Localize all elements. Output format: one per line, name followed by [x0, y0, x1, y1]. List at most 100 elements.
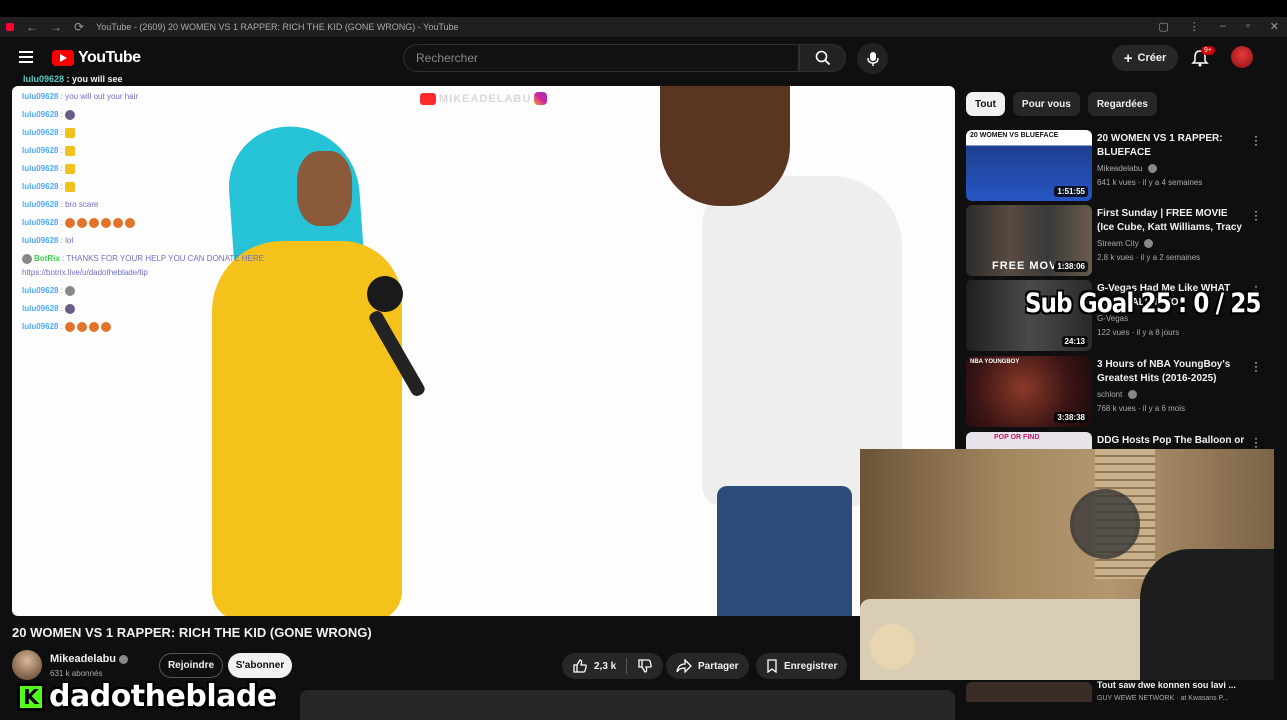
emote-icon [77, 217, 88, 228]
channel-text: Stream City [1097, 239, 1139, 248]
recommendation-title[interactable]: Tout saw dwe konnen sou lavi ... [1097, 680, 1236, 690]
recommendation-thumbnail[interactable]: POP OR FIND [966, 432, 1092, 450]
like-divider [626, 658, 628, 674]
reload-icon[interactable]: ⟳ [74, 20, 84, 34]
streamer-overlay: K dadotheblade [17, 679, 277, 714]
browser-toolbar: ← → ⟳ YouTube - (2609) 20 WOMEN VS 1 RAP… [0, 17, 1287, 37]
recommendation-meta: 2,8 k vues · il y a 2 semaines [1097, 253, 1201, 262]
video-player[interactable]: MIKEADELABU lulu09628 : you will out you… [12, 86, 955, 616]
chat-username: lulu09628 [22, 92, 59, 101]
thumbs-down-icon[interactable] [637, 658, 653, 674]
webcam-chair [1140, 549, 1274, 680]
search-input[interactable] [404, 45, 798, 71]
recommendation-channel: Mikeadelabu [1097, 164, 1157, 174]
chat-link[interactable]: https://botrix.live/u/dadotheblade/tip [22, 268, 148, 277]
search-box [403, 44, 799, 72]
recommendation-item[interactable]: FREE MOVIE 1:38:06 First Sunday | FREE M… [966, 205, 1276, 277]
chat-line: lulu09628 : [22, 284, 342, 302]
description-box[interactable] [300, 690, 955, 720]
recommendation-item[interactable]: POP OR FIND DDG Hosts Pop The Balloon or… [966, 432, 1276, 450]
maximize-icon[interactable]: ▫ [1246, 20, 1250, 33]
create-button[interactable]: + Créer [1112, 45, 1178, 71]
youtube-watermark-icon [420, 92, 436, 105]
voice-search-button[interactable] [857, 43, 888, 74]
emote-icon [65, 163, 76, 174]
emote-icon [65, 181, 76, 192]
recommendation-item[interactable]: 20 WOMEN VS BLUEFACE 1:51:55 20 WOMEN VS… [966, 130, 1276, 202]
instagram-icon [534, 92, 548, 105]
chat-message: : bro scare [60, 200, 99, 209]
chat-message: : lol [60, 236, 74, 245]
thumbs-up-icon[interactable] [572, 658, 588, 674]
more-options-icon[interactable]: · · · [1254, 432, 1258, 450]
chat-message: : you will see [66, 74, 123, 84]
close-window-icon[interactable]: ✕ [1270, 20, 1279, 33]
account-avatar[interactable] [1231, 46, 1253, 68]
channel-avatar[interactable] [12, 650, 42, 680]
recommendation-channel: schlont [1097, 390, 1137, 400]
verified-badge-icon [1144, 239, 1154, 249]
chat-line: lulu09628 : [22, 108, 342, 126]
chat-overlay: lulu09628 : you will out your hair lulu0… [22, 90, 342, 338]
chat-username: BotRix [34, 254, 60, 263]
recommendation-thumbnail[interactable]: NBA YOUNGBOY 3:38:38 [966, 356, 1092, 427]
chat-line: lulu09628 : [22, 320, 342, 338]
verified-badge-icon [119, 654, 129, 664]
recommendation-thumbnail[interactable]: 20 WOMEN VS BLUEFACE 1:51:55 [966, 130, 1092, 201]
recommendation-thumbnail[interactable]: FREE MOVIE 1:38:06 [966, 205, 1092, 276]
recommendation-item[interactable]: NBA YOUNGBOY 3:38:38 3 Hours of NBA Youn… [966, 356, 1276, 428]
recommendation-title[interactable]: DDG Hosts Pop The Balloon or [1097, 434, 1247, 448]
channel-text: schlont [1097, 390, 1123, 399]
channel-name[interactable]: Mikeadelabu [50, 653, 129, 665]
chat-line: lulu09628 : [22, 216, 342, 234]
chat-message: : [60, 146, 63, 155]
chip-all[interactable]: Tout [966, 92, 1005, 116]
channel-name-text[interactable]: Mikeadelabu [50, 653, 116, 665]
recommendation-title[interactable]: First Sunday | FREE MOVIE (Ice Cube, Kat… [1097, 207, 1247, 235]
youtube-logo[interactable]: YouTube [52, 49, 141, 67]
search-button[interactable] [799, 44, 846, 72]
save-button[interactable]: Enregistrer [756, 653, 848, 679]
kick-logo-icon: K [17, 682, 45, 711]
video-duration: 1:38:06 [1054, 261, 1088, 272]
like-count[interactable]: 2,3 k [594, 661, 616, 672]
emote-icon [125, 217, 136, 228]
more-options-icon[interactable]: · · · [1254, 130, 1258, 150]
subscribe-button[interactable]: S'abonner [228, 653, 292, 678]
streamer-name: dadotheblade [49, 679, 277, 714]
recommendation-thumbnail[interactable] [966, 682, 1092, 702]
chat-line: lulu09628 : [22, 180, 342, 198]
share-button[interactable]: Partager [666, 653, 749, 679]
emote-icon [65, 109, 76, 120]
recommendation-title[interactable]: 3 Hours of NBA YoungBoy's Greatest Hits … [1097, 358, 1247, 386]
join-button[interactable]: Rejoindre [159, 653, 223, 678]
emote-icon [113, 217, 124, 228]
chat-username: lulu09628 [22, 286, 59, 295]
video-watermark: MIKEADELABU [420, 92, 548, 105]
recommendation-title[interactable]: 20 WOMEN VS 1 RAPPER: BLUEFACE [1097, 132, 1247, 160]
more-options-icon[interactable]: · · · [1254, 205, 1258, 225]
share-label: Partager [698, 660, 739, 672]
recommendation-channel: GUY WEWE NETWORK · at Kwasans P... [1097, 695, 1229, 702]
chip-watched[interactable]: Regardées [1087, 92, 1157, 116]
youtube-play-icon [52, 50, 74, 66]
filter-chips: Tout Pour vous Regardées [966, 92, 1157, 116]
thumbnail-label: NBA YOUNGBOY [970, 359, 1020, 365]
emote-icon [65, 217, 76, 228]
hamburger-menu-icon[interactable] [19, 51, 33, 63]
more-options-icon[interactable]: · · · [1254, 356, 1258, 376]
video-frame-man-hood [660, 86, 790, 206]
chat-overlay-top-line: lulu09628 : you will see [23, 74, 123, 84]
emote-icon [89, 217, 100, 228]
youtube-header: YouTube + Créer 9+ [0, 37, 1287, 79]
chip-for-you[interactable]: Pour vous [1012, 92, 1080, 116]
forward-icon[interactable]: → [50, 20, 62, 34]
minimize-icon[interactable]: – [1220, 20, 1226, 33]
chat-line: lulu09628 : [22, 144, 342, 162]
recommendation-meta: 768 k vues · il y a 6 mois [1097, 404, 1186, 413]
browser-menu-icon[interactable]: ⋮ [1189, 20, 1200, 33]
extensions-icon[interactable]: ▢ [1158, 20, 1168, 33]
back-icon[interactable]: ← [26, 20, 38, 34]
subscriber-count: 631 k abonnés [50, 669, 103, 678]
notifications-badge: 9+ [1201, 46, 1215, 55]
